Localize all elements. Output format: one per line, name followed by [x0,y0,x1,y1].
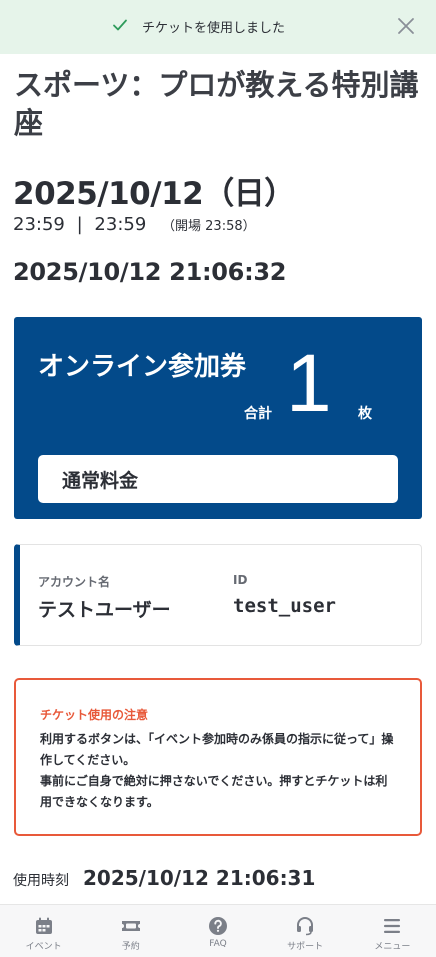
notice-title: チケット使用の注意 [40,708,149,722]
notice-line-1: 利用するボタンは、「イベント参加時のみ係員の指示に従って」操作してください。 [40,732,394,767]
headset-icon [297,917,314,936]
nav-item-menu[interactable]: メニュー [349,905,436,957]
hamburger-icon [384,919,401,933]
used-time-value: 2025/10/12 21:06:31 [83,866,316,890]
event-date: 2025/10/12（日） [13,168,295,213]
ticket-name: オンライン参加券 [38,352,247,382]
notice-body: 利用するボタンは、「イベント参加時のみ係員の指示に従って」操作してください。 事… [40,729,396,813]
nav-item-reservations[interactable]: 予約 [87,905,174,957]
start-time: 23:59 [13,214,65,235]
nav-item-faq[interactable]: FAQ [174,905,261,957]
calendar-icon [35,917,52,934]
nav-label-reservations: 予約 [121,942,140,952]
nav-label-events: イベント [25,942,62,952]
account-id-value: test_user [233,595,336,617]
ticket-card: オンライン参加券 合計 1 枚 通常料金 [14,317,422,519]
nav-item-events[interactable]: イベント [0,905,87,957]
notice-line-2: 事前にご自身で絶対に押さないでください。押すとチケットは利用できなくなります。 [40,774,388,809]
event-title: スポーツ：プロが教える特別講座 [14,68,419,140]
question-icon [208,917,227,935]
current-time: 2025/10/12 21:06:32 [13,258,287,286]
account-id-label: ID [233,573,248,587]
nav-label-menu: メニュー [374,942,411,952]
account-name-label: アカウント名 [38,575,111,589]
event-weekday: （日） [203,176,295,212]
nav-label-faq: FAQ [209,939,227,949]
time-separator: | [76,214,83,235]
account-name-value: テストユーザー [38,599,171,621]
bottom-nav: イベント 予約 FAQ サポート メニュー [0,904,436,957]
end-time: 23:59 [94,214,147,235]
event-date-value: 2025/10/12 [13,176,204,212]
account-card: アカウント名 テストユーザー ID test_user [14,544,422,646]
success-toast: チケットを使用しました [0,0,436,54]
open-time: （開場 23:58） [162,219,256,234]
ticket-count: 1 [286,338,332,429]
total-label: 合計 [244,406,272,422]
used-time-row: 使用時刻 2025/10/12 21:06:31 [13,866,315,890]
ticket-icon [121,921,140,931]
check-icon [113,19,127,31]
toast-message: チケットを使用しました [142,21,286,36]
fare-type: 通常料金 [38,455,398,503]
ticket-unit: 枚 [358,406,372,422]
event-time: 23:59 | 23:59 （開場 23:58） [13,214,256,235]
used-time-label: 使用時刻 [13,873,69,889]
nav-item-support[interactable]: サポート [262,905,349,957]
usage-notice: チケット使用の注意 利用するボタンは、「イベント参加時のみ係員の指示に従って」操… [14,678,422,836]
close-icon[interactable] [396,16,416,36]
nav-label-support: サポート [287,942,324,952]
